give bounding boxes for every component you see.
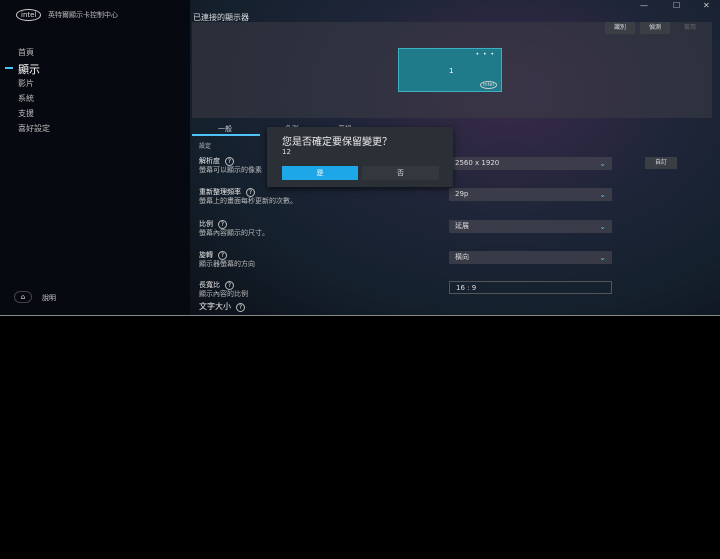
text-size-label: 文字大小? — [199, 302, 245, 312]
sidebar-item-support[interactable]: 支援 — [18, 108, 34, 119]
rotation-desc: 顯示器螢幕的方向 — [199, 260, 255, 268]
tab-general[interactable]: 一般 — [218, 124, 232, 134]
apply-button[interactable]: 套用 — [675, 22, 705, 34]
settings-section-label: 設定 — [199, 143, 212, 150]
aspect-ratio-desc: 顯示內容的比例 — [199, 290, 248, 298]
sidebar: intel 英特爾顯示卡控制中心 首頁 顯示 影片 系統 支援 喜好設定 ⌂ 說… — [0, 0, 190, 315]
scale-desc: 螢幕內容顯示的尺寸。 — [199, 229, 269, 237]
app-title: 英特爾顯示卡控制中心 — [48, 11, 118, 19]
confirm-dialog: 您是否確定要保留變更？ 12 是 否 — [267, 127, 453, 187]
minimize-button[interactable]: — — [640, 1, 648, 10]
close-button[interactable]: ✕ — [703, 1, 710, 10]
refresh-rate-desc: 螢幕上的畫面每秒更新的次數。 — [199, 197, 297, 205]
aspect-ratio-field[interactable]: 16 : 9 — [449, 281, 612, 294]
chevron-down-icon: ⌄ — [599, 190, 606, 199]
help-icon[interactable]: ⌂ — [14, 291, 32, 303]
refresh-rate-dropdown[interactable]: 29p ⌄ — [449, 188, 612, 201]
app-window: intel 英特爾顯示卡控制中心 首頁 顯示 影片 系統 支援 喜好設定 ⌂ 說… — [0, 0, 720, 316]
dialog-title: 您是否確定要保留變更？ — [282, 137, 392, 148]
intel-logo: intel — [16, 9, 42, 21]
custom-resolution-button[interactable]: 自訂 — [645, 157, 677, 169]
monitor-tile[interactable]: • • • 1 intel — [398, 48, 502, 92]
tab-indicator — [192, 134, 260, 136]
sidebar-item-video[interactable]: 影片 — [18, 78, 34, 89]
monitor-number: 1 — [449, 67, 454, 75]
sidebar-item-system[interactable]: 系統 — [18, 93, 34, 104]
yes-button[interactable]: 是 — [282, 166, 358, 180]
more-icon[interactable]: • • • — [476, 51, 495, 58]
info-icon[interactable]: ? — [236, 303, 245, 312]
maximize-button[interactable]: ☐ — [673, 1, 680, 10]
countdown: 12 — [282, 148, 291, 156]
detect-button[interactable]: 偵測 — [640, 22, 670, 34]
identify-button[interactable]: 識別 — [605, 22, 635, 34]
rotation-dropdown[interactable]: 橫向 ⌄ — [449, 251, 612, 264]
sidebar-item-display[interactable]: 顯示 — [18, 61, 40, 77]
sidebar-item-home[interactable]: 首頁 — [18, 47, 34, 58]
resolution-dropdown[interactable]: 2560 x 1920 ⌄ — [449, 157, 612, 170]
active-indicator — [5, 67, 13, 69]
chevron-down-icon: ⌄ — [599, 222, 606, 231]
resolution-desc: 螢幕可以顯示的像素 — [199, 166, 262, 174]
intel-logo: intel — [480, 81, 497, 89]
scale-dropdown[interactable]: 延展 ⌄ — [449, 220, 612, 233]
sidebar-item-preferences[interactable]: 喜好設定 — [18, 123, 50, 134]
no-button[interactable]: 否 — [362, 166, 439, 180]
help-label[interactable]: 說明 — [42, 293, 56, 303]
chevron-down-icon: ⌄ — [599, 159, 606, 168]
chevron-down-icon: ⌄ — [599, 253, 606, 262]
